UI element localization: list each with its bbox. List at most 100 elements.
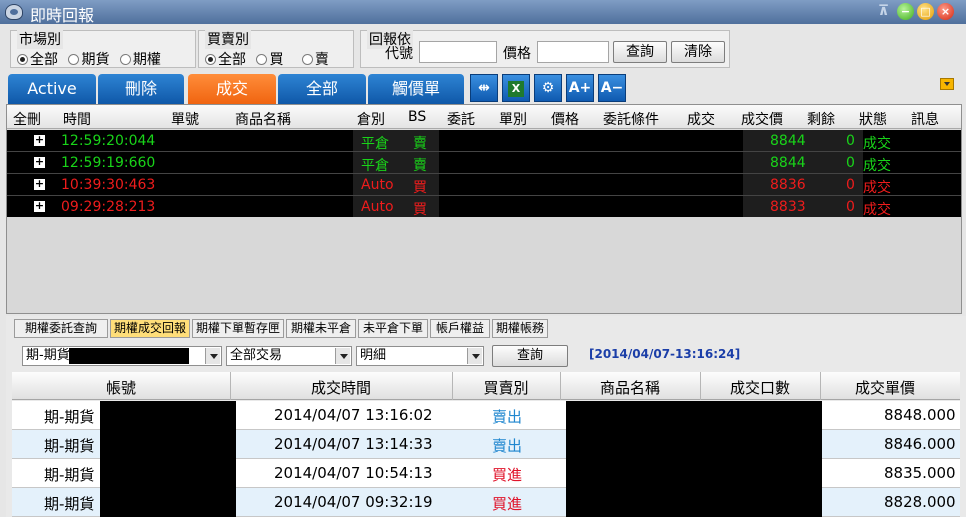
expand-icon[interactable]: + [34, 156, 45, 168]
side-cell: 賣出 [492, 437, 523, 455]
grid-empty-area [7, 217, 961, 313]
subtab-5[interactable]: 帳戶權益 [430, 319, 490, 338]
market-radio-futures[interactable]: 期貨 [68, 49, 109, 69]
side-cell: 買進 [492, 495, 523, 513]
masked-account [100, 401, 236, 430]
col-filled: 成交 [687, 112, 715, 128]
account-cell: 期-期貨 [44, 495, 95, 513]
account-cell: 期-期貨 [44, 437, 95, 455]
fill-price: 8836 [770, 177, 806, 193]
trade-type-select[interactable]: 全部交易 [226, 346, 352, 366]
excel-export-icon[interactable]: X [502, 74, 530, 102]
market-radio-options[interactable]: 期權 [119, 49, 161, 69]
expand-icon[interactable]: + [34, 200, 45, 212]
col-message: 訊息 [911, 112, 939, 128]
lower-query-button[interactable]: 查詢 [492, 345, 568, 367]
grid-row[interactable]: +09:29:28:213 Auto 買 8833 0 成交 [7, 196, 961, 218]
grid-row[interactable]: +10:39:30:463 Auto 買 8836 0 成交 [7, 174, 961, 196]
fill-time-cell: 2014/04/07 13:14:33 [274, 435, 433, 453]
table-row[interactable]: 期-期貨 2014/04/07 09:32:19 買進 8828.000 [12, 488, 960, 517]
radio-selected-icon [205, 54, 216, 65]
columns-icon[interactable]: ⇹ [470, 74, 498, 102]
col-order: 委託 [447, 112, 475, 128]
order-status: 成交 [863, 202, 891, 218]
detail-select[interactable]: 明細 [356, 346, 484, 366]
trade-table-header: 帳號 成交時間 買賣別 商品名稱 成交口數 成交單價 [12, 372, 960, 400]
tab-deleted[interactable]: 刪除 [98, 74, 184, 104]
fill-time-cell: 2014/04/07 13:16:02 [274, 406, 433, 424]
market-radio-all[interactable]: 全部 [17, 49, 58, 69]
code-label: 代號 [385, 46, 413, 62]
close-button[interactable]: × [937, 3, 954, 20]
tab-filled[interactable]: 成交 [188, 74, 276, 104]
col-product: 商品名稱 [235, 112, 291, 128]
side-radio-sell[interactable]: 賣 [301, 49, 329, 69]
side-cell: 賣出 [492, 408, 523, 426]
tab-active[interactable]: Active [8, 74, 96, 104]
side-radio-all[interactable]: 全部 [205, 49, 246, 69]
order-time: 10:39:30:463 [61, 177, 156, 193]
position-type: 平倉 [361, 136, 389, 152]
subtab-3[interactable]: 期權未平倉 [286, 319, 356, 338]
app-window: 即時回報 ⊼ − □ × 市場別 全部 期貨 期權 買賣別 全部 買 賣 回報依… [0, 0, 966, 517]
fill-price: 8844 [770, 155, 806, 171]
buy-sell: 賣 [413, 158, 427, 174]
settings-gear-icon[interactable]: ⚙ [534, 74, 562, 102]
tab-all[interactable]: 全部 [278, 74, 366, 104]
unit-price-cell: 8846.000 [884, 435, 956, 453]
col-time: 時間 [63, 112, 91, 128]
remaining-qty: 0 [846, 177, 855, 193]
col-remaining: 剩餘 [807, 112, 835, 128]
col-product-name: 商品名稱 [599, 379, 660, 397]
masked-product [566, 401, 822, 430]
tab-trigger-orders[interactable]: 觸價單 [368, 74, 464, 104]
order-time: 12:59:19:660 [61, 155, 156, 171]
maximize-button[interactable]: □ [917, 3, 934, 20]
table-row[interactable]: 期-期貨 2014/04/07 13:16:02 賣出 8848.000 [12, 401, 960, 430]
subtab-0[interactable]: 期權委託查詢 [14, 319, 108, 338]
col-fill-unit-price: 成交單價 [854, 379, 915, 397]
grid-row[interactable]: +12:59:20:044 平倉 賣 8844 0 成交 [7, 130, 961, 152]
font-increase-button[interactable]: A+ [566, 74, 594, 102]
minimize-button[interactable]: − [897, 3, 914, 20]
table-row[interactable]: 期-期貨 2014/04/07 13:14:33 賣出 8846.000 [12, 430, 960, 459]
col-price: 價格 [551, 112, 579, 128]
grid-row[interactable]: +12:59:19:660 平倉 賣 8844 0 成交 [7, 152, 961, 174]
expand-icon[interactable]: + [34, 134, 45, 146]
reply-filter-group: 回報依 代號 價格 查詢 清除 [360, 29, 730, 68]
pin-icon[interactable]: ⊼ [875, 3, 892, 20]
masked-product [566, 488, 822, 517]
col-condition: 委託條件 [603, 112, 659, 128]
subtab-4[interactable]: 未平倉下單 [358, 319, 428, 338]
side-radio-buy[interactable]: 買 [256, 49, 283, 69]
col-fill-price: 成交價 [741, 112, 783, 128]
query-button[interactable]: 查詢 [613, 41, 667, 63]
side-filter-group: 買賣別 全部 買 賣 [198, 29, 354, 69]
market-filter-group: 市場別 全部 期貨 期權 [10, 29, 196, 69]
radio-icon [256, 54, 268, 65]
order-time: 12:59:20:044 [61, 133, 156, 149]
subtab-6[interactable]: 期權帳務 [492, 319, 548, 338]
subtab-1[interactable]: 期權成交回報 [110, 319, 190, 338]
col-order-type: 單別 [499, 112, 527, 128]
window-title: 即時回報 [30, 6, 95, 25]
price-input[interactable] [537, 41, 609, 63]
table-row[interactable]: 期-期貨 2014/04/07 10:54:13 買進 8835.000 [12, 459, 960, 488]
order-status: 成交 [863, 158, 891, 174]
col-order-no: 單號 [171, 112, 199, 128]
account-select[interactable]: 期-期貨 [22, 346, 222, 366]
col-delete-all[interactable]: 全刪 [13, 109, 41, 129]
order-report-grid: 全刪 時間 單號 商品名稱 倉別 BS 委託 單別 價格 委託條件 成交 成交價… [6, 104, 962, 314]
subtab-2[interactable]: 期權下單暫存匣 [192, 319, 284, 338]
account-cell: 期-期貨 [44, 466, 95, 484]
expand-icon[interactable]: + [34, 178, 45, 190]
lower-panel: 期權委託查詢 期權成交回報 期權下單暫存匣 期權未平倉 未平倉下單 帳戶權益 期權帳務 期-… [6, 316, 966, 517]
clear-button[interactable]: 清除 [671, 41, 725, 63]
title-bar[interactable]: 即時回報 ⊼ − □ × [0, 0, 966, 25]
font-decrease-button[interactable]: A− [598, 74, 626, 102]
chevron-down-icon [335, 348, 350, 364]
code-input[interactable] [419, 41, 497, 63]
grid-header: 全刪 時間 單號 商品名稱 倉別 BS 委託 單別 價格 委託條件 成交 成交價… [7, 105, 961, 129]
masked-account [100, 488, 236, 517]
chevron-down-icon[interactable] [940, 78, 954, 90]
